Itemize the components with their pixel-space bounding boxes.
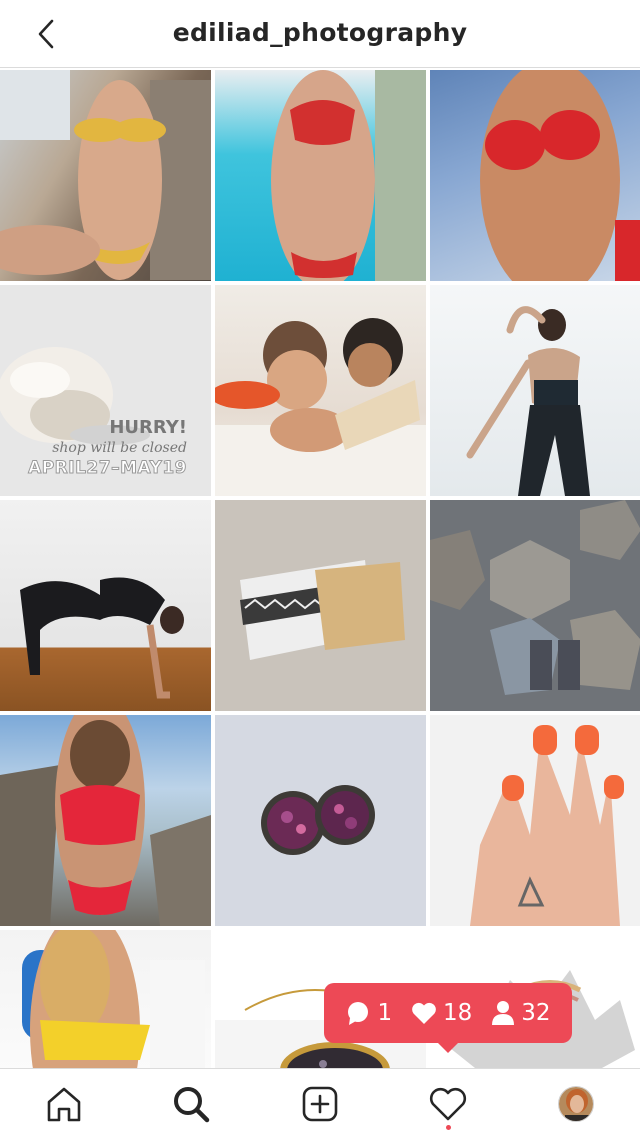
post-thumbnail-5[interactable] — [215, 285, 426, 496]
post-thumbnail-2[interactable] — [215, 70, 426, 281]
search-button[interactable] — [168, 1081, 214, 1127]
profile-username-title: ediliad_photography — [172, 18, 468, 47]
heart-filled-icon — [412, 1002, 436, 1024]
person-icon — [492, 1001, 515, 1025]
activity-notification-popup[interactable]: 1 18 32 — [324, 983, 572, 1053]
post-thumbnail-12[interactable] — [430, 715, 640, 926]
comment-icon — [348, 1002, 369, 1025]
post-image-12 — [470, 725, 624, 926]
post-image-6 — [466, 306, 590, 496]
post-image-5 — [215, 318, 426, 496]
post-image-3 — [480, 70, 640, 281]
post-image-7 — [20, 577, 184, 699]
post-image-8 — [240, 560, 405, 660]
profile-button[interactable] — [553, 1081, 599, 1127]
shop-closed-notice: HURRY! shop will be closed APRIL27–MAY19 — [28, 417, 187, 479]
photo-grid: HURRY! shop will be closed APRIL27–MAY19 — [0, 70, 640, 1138]
home-icon — [47, 1087, 81, 1122]
post-thumbnail-9[interactable] — [430, 500, 640, 711]
add-post-icon — [302, 1086, 338, 1122]
comments-count: 1 — [377, 1000, 393, 1026]
search-icon — [174, 1087, 210, 1123]
avatar-image — [559, 1087, 593, 1121]
likes-count-item: 18 — [411, 1000, 472, 1026]
post-image-9 — [430, 500, 640, 695]
top-header: ediliad_photography — [0, 0, 640, 68]
post-image-10 — [0, 715, 211, 926]
notice-dates: APRIL27–MAY19 — [28, 458, 187, 479]
post-thumbnail-1[interactable] — [0, 70, 211, 281]
post-thumbnail-10[interactable] — [0, 715, 211, 926]
notice-title: HURRY! — [109, 417, 187, 438]
likes-count: 18 — [443, 1000, 473, 1026]
activity-notification-dot — [446, 1125, 451, 1130]
post-image-1 — [0, 70, 211, 280]
post-thumbnail-3[interactable] — [430, 70, 640, 281]
comments-count-item: 1 — [345, 1000, 392, 1026]
heart-icon — [429, 1087, 467, 1121]
follows-count: 32 — [521, 1000, 551, 1026]
post-image-11 — [261, 785, 375, 855]
profile-avatar — [558, 1086, 594, 1122]
post-thumbnail-4[interactable]: HURRY! shop will be closed APRIL27–MAY19 — [0, 285, 211, 496]
post-thumbnail-7[interactable] — [0, 500, 211, 711]
post-thumbnail-6[interactable] — [430, 285, 640, 496]
new-post-button[interactable] — [297, 1081, 343, 1127]
post-thumbnail-11[interactable] — [215, 715, 426, 926]
post-image-2 — [271, 70, 426, 281]
post-thumbnail-8[interactable] — [215, 500, 426, 711]
notice-subtitle: shop will be closed — [52, 440, 187, 456]
bottom-navigation-bar — [0, 1068, 640, 1138]
follows-count-item: 32 — [491, 1000, 551, 1026]
activity-button[interactable] — [425, 1081, 471, 1127]
home-button[interactable] — [41, 1081, 87, 1127]
